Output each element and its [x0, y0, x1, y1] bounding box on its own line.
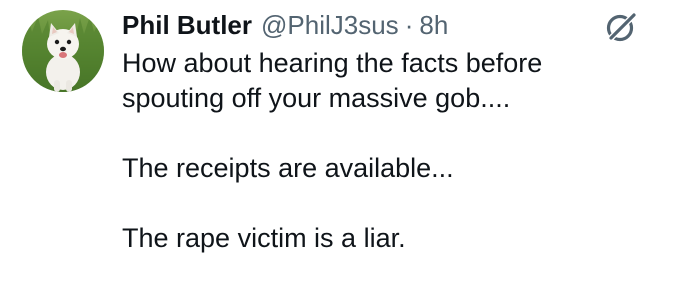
- avatar[interactable]: [22, 10, 104, 92]
- tweet-timestamp[interactable]: 8h: [419, 8, 448, 42]
- tweet-text: How about hearing the facts before spout…: [122, 46, 682, 256]
- author-display-name[interactable]: Phil Butler: [122, 8, 252, 42]
- author-handle[interactable]: @PhilJ3sus: [261, 8, 399, 42]
- tweet-text-paragraph: How about hearing the facts before spout…: [122, 48, 543, 113]
- grok-icon[interactable]: [604, 10, 638, 44]
- tweet[interactable]: Phil Butler @PhilJ3sus · 8h How about he…: [0, 0, 696, 281]
- tweet-header: Phil Butler @PhilJ3sus · 8h: [122, 8, 448, 42]
- tweet-text-paragraph: The receipts are available...: [122, 153, 454, 183]
- tweet-text-paragraph: The rape victim is a liar.: [122, 223, 406, 253]
- dog-avatar-icon: [22, 10, 104, 92]
- header-separator: ·: [404, 10, 414, 40]
